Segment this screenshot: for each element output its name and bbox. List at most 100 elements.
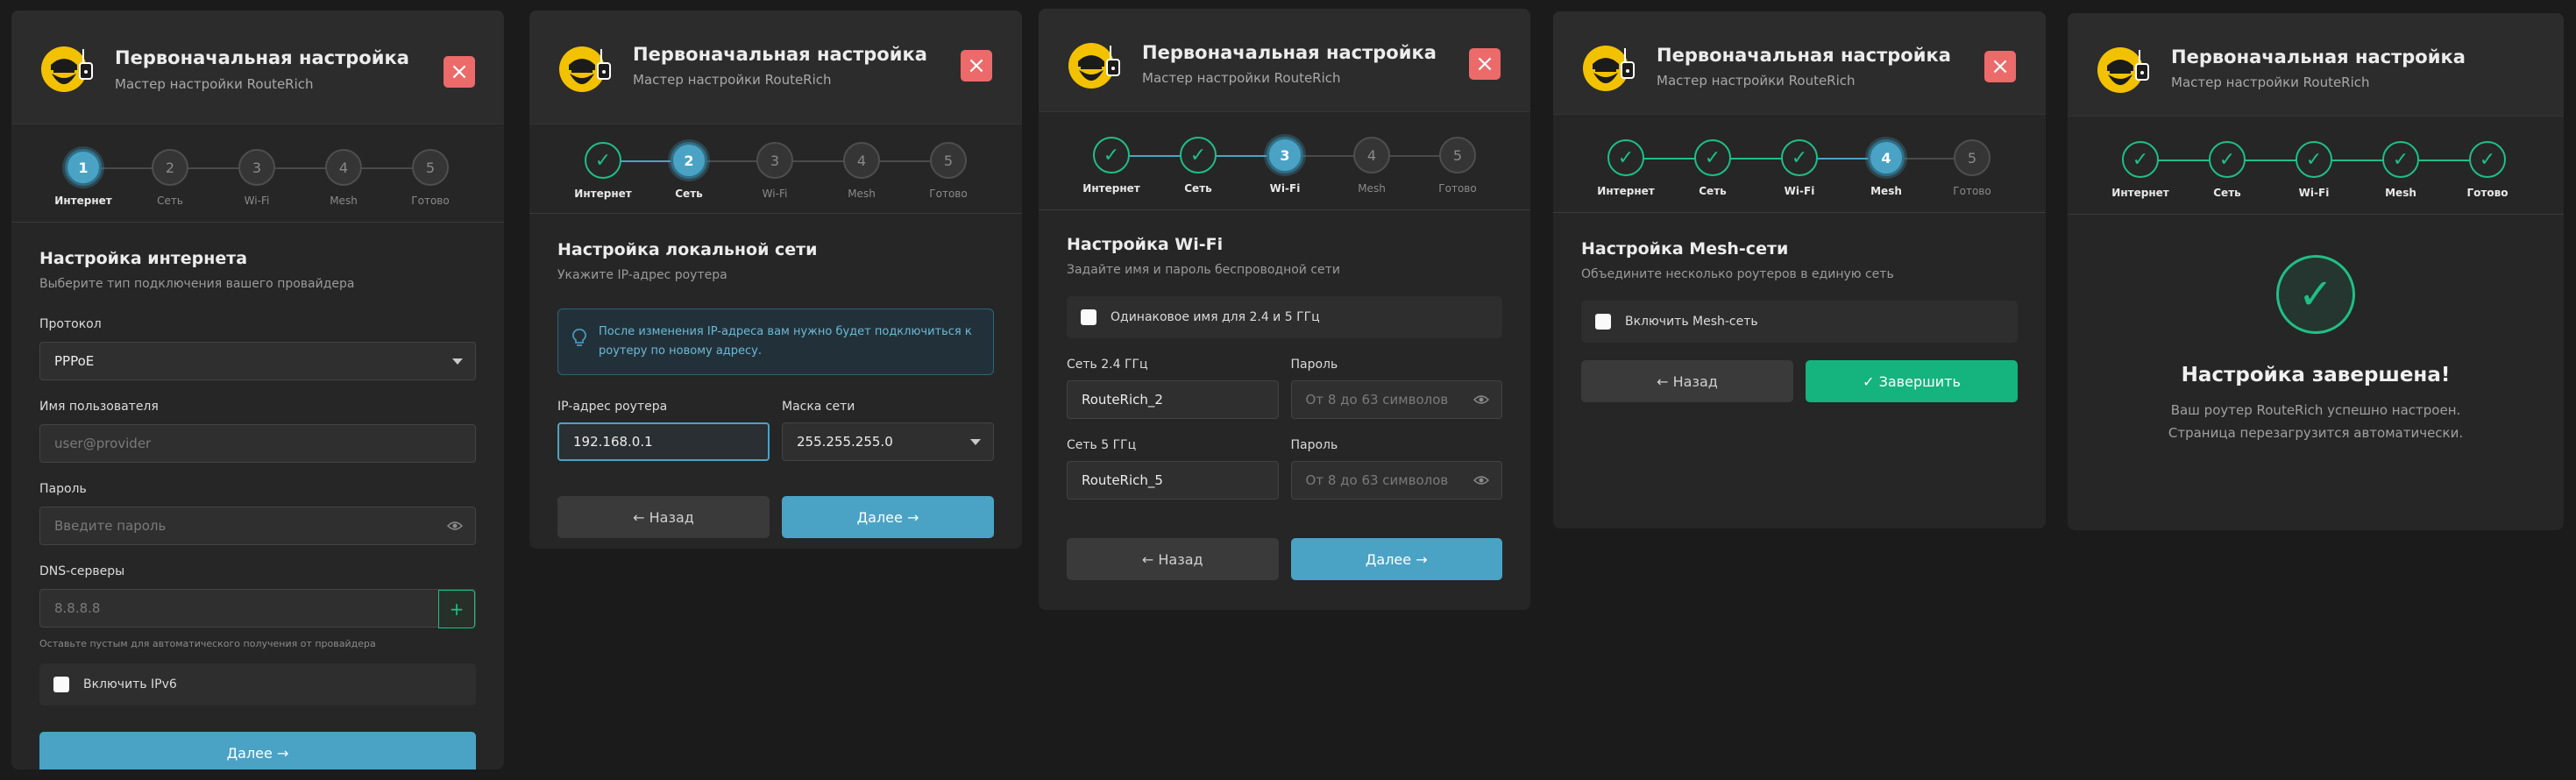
add-dns-button[interactable]: + xyxy=(438,590,475,628)
ip-input[interactable]: 192.168.0.1 xyxy=(557,422,770,461)
finish-button[interactable]: ✓ Завершить xyxy=(1806,360,2018,402)
step-label: Wi-Fi xyxy=(1784,185,1815,197)
step-number: 2 xyxy=(671,142,707,179)
ssid24-input[interactable]: RouteRich_2 xyxy=(1067,380,1279,419)
ssid5-label: Сеть 5 ГГц xyxy=(1067,438,1137,452)
eye-icon[interactable] xyxy=(1473,474,1489,486)
info-text-line2: роутеру по новому адресу. xyxy=(599,344,763,358)
step-number: 4 xyxy=(1868,139,1905,176)
section-subtitle: Выберите тип подключения вашего провайде… xyxy=(39,277,355,291)
close-button[interactable]: × xyxy=(1469,48,1501,80)
step-wifi: 3 Wi-Fi xyxy=(213,149,301,207)
step-label: Готово xyxy=(1438,182,1477,195)
step-number: 5 xyxy=(412,149,449,186)
check-icon: ✓ xyxy=(1607,139,1644,176)
step-label: Интернет xyxy=(574,188,632,200)
ipv6-checkbox[interactable] xyxy=(53,677,69,692)
step-wifi: 3 Wi-Fi xyxy=(731,142,819,200)
password-label: Пароль xyxy=(39,482,87,496)
ipv6-toggle[interactable]: Включить IPv6 xyxy=(39,663,476,706)
check-icon: ✓ xyxy=(2469,141,2506,178)
section-subtitle: Задайте имя и пароль беспроводной сети xyxy=(1067,263,1340,277)
panel-header: Первоначальная настройка Мастер настройк… xyxy=(529,11,1022,124)
close-button[interactable]: × xyxy=(444,56,475,88)
wizard-panel-mesh: Первоначальная настройка Мастер настройк… xyxy=(1553,11,2046,528)
ip-label: IP-адрес роутера xyxy=(557,400,668,414)
step-mesh: 4 Mesh xyxy=(818,142,905,200)
success-title: Настройка завершена! xyxy=(2181,364,2451,386)
wizard-panel-network: Первоначальная настройка Мастер настройк… xyxy=(529,11,1022,549)
logo-icon xyxy=(2097,47,2149,93)
chevron-down-icon xyxy=(452,358,463,365)
ssid5-input[interactable]: RouteRich_5 xyxy=(1067,461,1279,500)
page-title: Первоначальная настройка xyxy=(1142,42,1437,63)
close-button[interactable]: × xyxy=(961,50,992,82)
close-button[interactable]: × xyxy=(1984,51,2016,82)
step-content: Настройка Mesh-сети Объедините несколько… xyxy=(1553,239,2046,402)
wizard-panel-done: Первоначальная настройка Мастер настройк… xyxy=(2068,13,2564,530)
next-button[interactable]: Далее → xyxy=(39,732,476,769)
stepper: ✓ Интернет ✓ Сеть 3 Wi-Fi 4 Mesh 5 Готов… xyxy=(1039,112,1530,210)
section-subtitle: Объедините несколько роутеров в единую с… xyxy=(1581,267,1894,281)
step-done: 5 Готово xyxy=(1928,139,2016,197)
username-label: Имя пользователя xyxy=(39,400,159,414)
password-input[interactable]: Введите пароль xyxy=(39,507,476,545)
page-title: Первоначальная настройка xyxy=(1657,45,1951,66)
step-label: Mesh xyxy=(848,188,876,200)
step-content: Настройка Wi-Fi Задайте имя и пароль бес… xyxy=(1039,235,1530,580)
mesh-checkbox[interactable] xyxy=(1595,314,1611,330)
logo-icon xyxy=(559,46,611,92)
section-title: Настройка Wi-Fi xyxy=(1067,235,1224,254)
mask-value: 255.255.255.0 xyxy=(797,434,893,450)
check-icon: ✓ xyxy=(585,142,621,179)
eye-icon[interactable] xyxy=(1473,394,1489,406)
pass24-input[interactable]: От 8 до 63 символов xyxy=(1290,380,1502,419)
mesh-toggle[interactable]: Включить Mesh-сеть xyxy=(1581,301,2018,343)
mask-select[interactable]: 255.255.255.0 xyxy=(782,422,994,461)
protocol-label: Протокол xyxy=(39,317,102,331)
check-icon: ✓ xyxy=(1180,137,1217,174)
step-number: 5 xyxy=(1439,137,1476,174)
step-wifi: ✓ Wi-Fi xyxy=(2270,141,2358,199)
check-icon: ✓ xyxy=(2122,141,2159,178)
password-placeholder: Введите пароль xyxy=(54,518,167,534)
ip-value: 192.168.0.1 xyxy=(573,434,653,450)
section-title: Настройка локальной сети xyxy=(557,240,818,259)
dns-input[interactable]: 8.8.8.8 + xyxy=(39,589,476,628)
step-number: 4 xyxy=(325,149,362,186)
same-name-label: Одинаковое имя для 2.4 и 5 ГГц xyxy=(1111,310,1320,324)
step-label: Сеть xyxy=(1699,185,1727,197)
step-label: Mesh xyxy=(1358,182,1386,195)
step-number: 3 xyxy=(238,149,275,186)
step-label: Готово xyxy=(2466,187,2509,199)
back-button[interactable]: ← Назад xyxy=(557,496,770,538)
ssid24-label: Сеть 2.4 ГГц xyxy=(1067,358,1148,372)
step-number: 2 xyxy=(152,149,188,186)
next-button[interactable]: Далее → xyxy=(782,496,994,538)
step-label: Интернет xyxy=(2111,187,2169,199)
step-content: Настройка интернета Выберите тип подключ… xyxy=(11,249,504,769)
step-done: 5 Готово xyxy=(387,149,474,207)
same-name-checkbox[interactable] xyxy=(1081,309,1096,325)
step-number: 3 xyxy=(1267,137,1303,174)
section-title: Настройка Mesh-сети xyxy=(1581,239,1789,259)
success-check-icon: ✓ xyxy=(2276,255,2355,334)
back-button[interactable]: ← Назад xyxy=(1581,360,1793,402)
logo-icon xyxy=(41,46,93,92)
same-name-toggle[interactable]: Одинаковое имя для 2.4 и 5 ГГц xyxy=(1067,296,1502,338)
pass5-input[interactable]: От 8 до 63 символов xyxy=(1290,461,1502,500)
next-button[interactable]: Далее → xyxy=(1290,538,1502,580)
back-button[interactable]: ← Назад xyxy=(1067,538,1279,580)
pass5-placeholder: От 8 до 63 символов xyxy=(1305,472,1449,488)
eye-icon[interactable] xyxy=(447,520,463,532)
step-internet: ✓ Интернет xyxy=(1582,139,1670,197)
step-internet: 1 Интернет xyxy=(39,149,127,207)
page-title: Первоначальная настройка xyxy=(2171,46,2466,67)
section-subtitle: Укажите IP-адрес роутера xyxy=(557,268,727,282)
check-icon: ✓ xyxy=(2209,141,2246,178)
step-mesh: 4 Mesh xyxy=(1842,139,1930,197)
page-subtitle: Мастер настройки RouteRich xyxy=(115,76,314,92)
username-input[interactable]: user@provider xyxy=(39,424,476,463)
protocol-select[interactable]: PPPoE xyxy=(39,342,476,380)
step-label: Интернет xyxy=(54,195,112,207)
